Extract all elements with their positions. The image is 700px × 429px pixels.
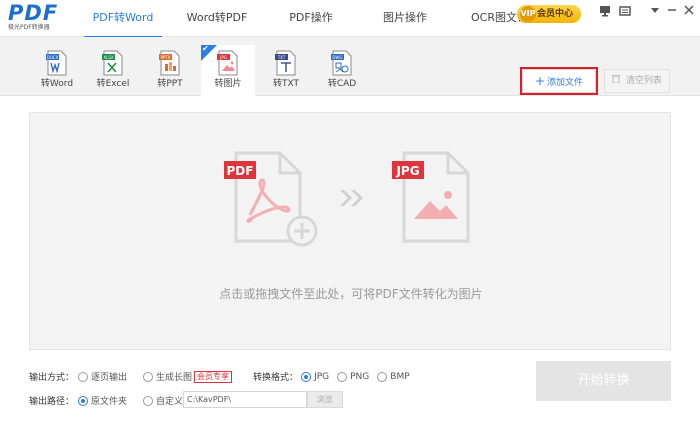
vip-only-badge: 会员专享: [194, 370, 233, 383]
output-mode-label: 输出方式：: [29, 373, 75, 383]
ppt-file-icon: PPTX: [159, 50, 180, 76]
svg-text:DOCX: DOCX: [47, 55, 59, 60]
txt-file-icon: TXT: [275, 50, 296, 76]
word-file-icon: DOCX: [46, 50, 67, 76]
title-bar: PDF 极光PDF转换器 PDF转Word Word转PDF PDF操作 图片操…: [0, 0, 700, 38]
format-bmp-option[interactable]: BMP: [377, 371, 410, 382]
add-file-button[interactable]: + 添加文件: [520, 67, 598, 95]
vip-label: 会员中心: [537, 9, 574, 19]
svg-text:JPG: JPG: [219, 55, 227, 60]
output-path-label: 输出路径：: [29, 397, 75, 407]
output-mode-row: 输出方式： 逐页输出 生成长图 会员专享 转换格式： JPG PNG BMP: [29, 370, 410, 383]
tab-image-operations[interactable]: 图片操作: [360, 0, 450, 37]
format-label: 转换格式：: [253, 373, 299, 383]
app-logo: PDF 极光PDF转换器: [8, 3, 64, 33]
sub-tab-to-cad[interactable]: DWG 转CAD: [315, 45, 369, 96]
main-tabs: PDF转Word Word转PDF PDF操作 图片操作 OCR图文识别: [74, 0, 560, 38]
mode-long-radio[interactable]: [143, 371, 154, 382]
format-jpg-label: JPG: [314, 371, 330, 382]
format-jpg-option[interactable]: JPG: [301, 371, 330, 382]
mode-long-option[interactable]: 生成长图 会员专享: [143, 370, 233, 383]
pdf-add-file-icon: PDF: [224, 151, 318, 247]
path-source-label: 原文件夹: [91, 397, 128, 407]
image-file-icon: JPG: [217, 50, 238, 76]
output-path-input[interactable]: C:\KavPDF\: [183, 391, 307, 408]
svg-text:PDF: PDF: [227, 164, 254, 178]
path-source-radio[interactable]: [78, 395, 89, 406]
add-file-label: 添加文件: [547, 78, 584, 88]
sub-tab-label: 转TXT: [272, 79, 299, 89]
svg-text:JPG: JPG: [395, 164, 419, 178]
file-drop-area[interactable]: PDF JPG 点击或拖拽文件至此处，可将PDF文件转化为图片: [29, 112, 671, 350]
menu-dropdown-icon[interactable]: [648, 5, 662, 19]
feedback-icon[interactable]: [598, 5, 612, 19]
trash-icon: [612, 75, 623, 86]
sub-tab-label: 转Excel: [96, 79, 130, 89]
path-custom-radio[interactable]: [143, 395, 154, 406]
path-custom-label: 自定义: [156, 397, 184, 407]
sub-tab-label: 转图片: [214, 79, 242, 89]
sub-tab-label: 转PPT: [157, 79, 183, 89]
svg-text:XLSX: XLSX: [103, 55, 114, 60]
tab-pdf-to-word[interactable]: PDF转Word: [74, 0, 172, 38]
mode-long-label: 生成长图: [156, 373, 193, 383]
drop-hint-text: 点击或拖拽文件至此处，可将PDF文件转化为图片: [219, 287, 483, 301]
path-custom-option[interactable]: 自定义: [143, 394, 183, 407]
excel-file-icon: XLSX: [102, 50, 123, 76]
browse-button[interactable]: 浏览: [307, 391, 343, 408]
tab-word-to-pdf[interactable]: Word转PDF: [172, 0, 262, 37]
sub-tab-to-ppt[interactable]: PPTX 转PPT: [143, 45, 197, 96]
minimize-icon[interactable]: [665, 5, 679, 19]
mode-page-radio[interactable]: [78, 371, 89, 382]
double-arrow-icon: [340, 190, 363, 206]
check-icon: ✔: [202, 44, 209, 53]
sub-tab-label: 转CAD: [327, 79, 357, 89]
sub-tab-to-excel[interactable]: XLSX 转Excel: [86, 45, 140, 96]
format-jpg-radio[interactable]: [301, 371, 312, 382]
svg-text:PPTX: PPTX: [160, 55, 170, 60]
output-path-row: 输出路径： 原文件夹 自定义: [29, 394, 183, 407]
cad-file-icon: DWG: [331, 50, 352, 76]
format-png-option[interactable]: PNG: [337, 371, 370, 382]
tab-pdf-operations[interactable]: PDF操作: [262, 0, 360, 37]
logo-subtitle: 极光PDF转换器: [8, 24, 50, 31]
close-icon[interactable]: [682, 5, 696, 19]
start-convert-button[interactable]: 开始转换: [536, 361, 671, 401]
plus-icon: +: [534, 74, 546, 88]
path-source-option[interactable]: 原文件夹: [78, 394, 127, 407]
message-icon[interactable]: [618, 5, 632, 19]
logo-text: PDF: [8, 1, 59, 25]
clear-list-label: 清空列表: [625, 76, 662, 86]
sub-tab-to-txt[interactable]: TXT 转TXT: [259, 45, 313, 96]
format-png-radio[interactable]: [337, 371, 348, 382]
format-png-label: PNG: [350, 371, 370, 382]
svg-text:TXT: TXT: [277, 55, 286, 60]
format-bmp-radio[interactable]: [377, 371, 388, 382]
svg-text:DWG: DWG: [332, 55, 342, 60]
sub-tab-label: 转Word: [40, 79, 74, 89]
sub-tab-to-word[interactable]: DOCX 转Word: [30, 45, 84, 96]
mode-page-option[interactable]: 逐页输出: [78, 370, 127, 383]
vip-center-button[interactable]: VIP 会员中心: [517, 5, 581, 23]
vip-icon: VIP: [520, 6, 536, 22]
clear-list-button[interactable]: 清空列表: [604, 69, 670, 93]
jpg-file-icon: JPG: [392, 151, 470, 243]
mode-page-label: 逐页输出: [91, 373, 128, 383]
sub-tab-to-image[interactable]: ✔ JPG 转图片: [201, 44, 255, 96]
format-bmp-label: BMP: [390, 371, 410, 382]
